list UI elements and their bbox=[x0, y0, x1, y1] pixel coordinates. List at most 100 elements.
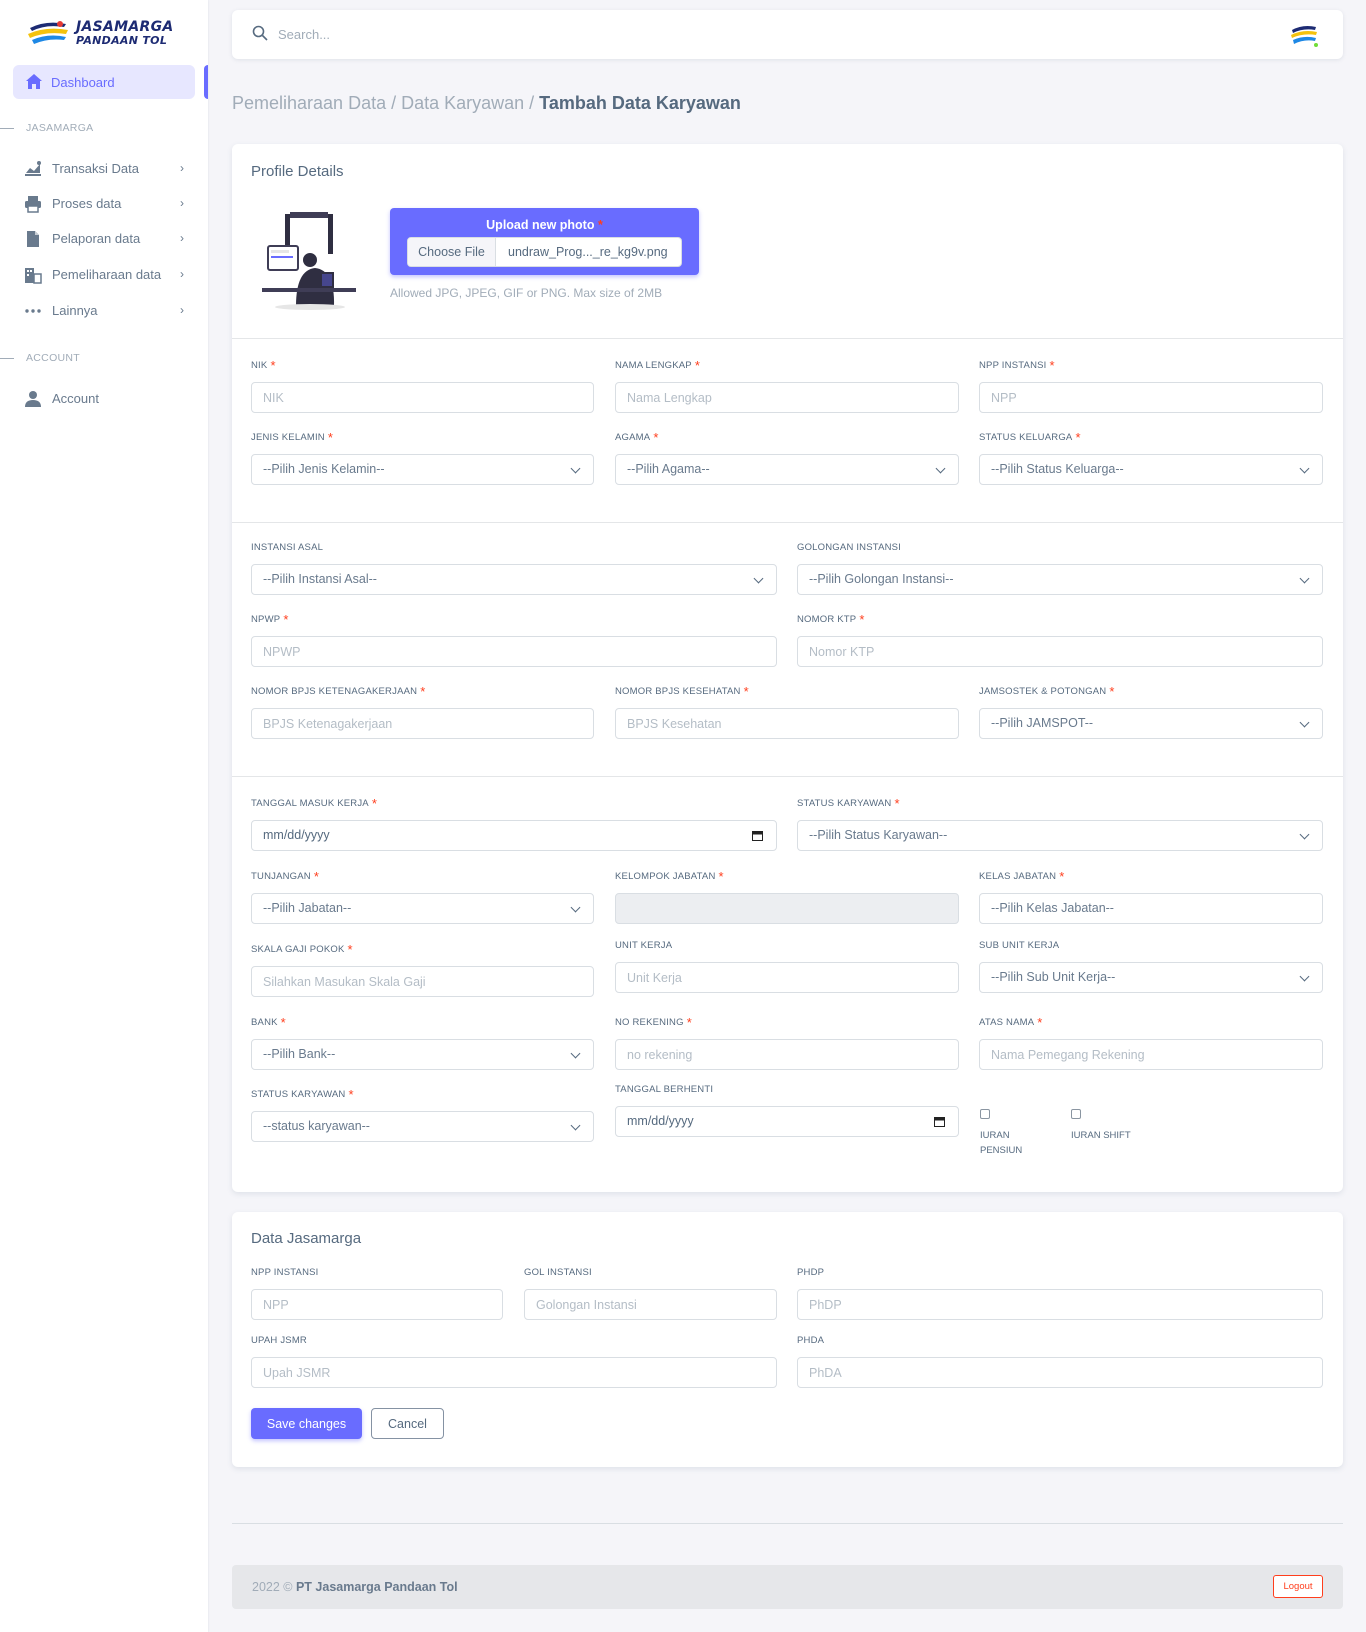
sidebar-item-label: Dashboard bbox=[51, 75, 115, 90]
logout-button[interactable]: Logout bbox=[1273, 1575, 1323, 1598]
jamsostek-select[interactable]: --Pilih JAMSPOT-- bbox=[979, 708, 1323, 739]
npwp-label: NPWP bbox=[251, 614, 281, 625]
status-karyawan-select-bottom[interactable]: --status karyawan-- bbox=[251, 1111, 594, 1142]
file-input[interactable]: Choose File undraw_Prog..._re_kg9v.png bbox=[407, 237, 682, 267]
unit-kerja-input-wrap bbox=[615, 962, 959, 993]
nama-lengkap-input[interactable] bbox=[627, 383, 947, 412]
breadcrumb-item[interactable]: Pemeliharaan Data / bbox=[232, 93, 401, 113]
sidebar-item-pelaporan-data[interactable]: Pelaporan data › bbox=[24, 229, 192, 249]
required-marker: * bbox=[653, 430, 659, 445]
agama-select[interactable]: --Pilih Agama-- bbox=[615, 454, 959, 485]
tanggal-masuk-input[interactable]: mm/dd/yyyy bbox=[251, 820, 777, 851]
field-label: NPWP * bbox=[251, 612, 777, 628]
field-label: NIK * bbox=[251, 358, 594, 374]
field-label: KELOMPOK JABATAN * bbox=[615, 869, 959, 885]
nik-input[interactable] bbox=[263, 383, 582, 412]
menu-header-account: ACCOUNT bbox=[0, 352, 80, 364]
calendar-icon[interactable] bbox=[934, 1116, 945, 1127]
sidebar-item-dashboard[interactable]: Dashboard bbox=[13, 65, 195, 99]
golongan-instansi-field: GOLONGAN INSTANSI --Pilih Golongan Insta… bbox=[797, 540, 1323, 595]
bpjs-kesehatan-field: NOMOR BPJS KESEHATAN * bbox=[615, 684, 959, 739]
jasamarga-logo-icon bbox=[28, 21, 68, 44]
file-name: undraw_Prog..._re_kg9v.png bbox=[508, 245, 668, 259]
npp-instansi-input[interactable] bbox=[991, 383, 1311, 412]
npwp-field: NPWP * bbox=[251, 612, 777, 667]
divider bbox=[232, 776, 1343, 777]
jm-phda-input[interactable] bbox=[809, 1358, 1311, 1387]
field-label: JAMSOSTEK & POTONGAN * bbox=[979, 684, 1323, 700]
required-marker: * bbox=[1037, 1015, 1043, 1030]
field-label: NOMOR BPJS KETENAGAKERJAAN * bbox=[251, 684, 594, 700]
npwp-input[interactable] bbox=[263, 637, 765, 666]
calendar-icon[interactable] bbox=[752, 830, 763, 841]
sidebar-item-proses-data[interactable]: Proses data › bbox=[24, 194, 192, 214]
skala-gaji-input[interactable] bbox=[263, 967, 582, 996]
atas-nama-input[interactable] bbox=[991, 1040, 1311, 1069]
no-rekening-input[interactable] bbox=[627, 1040, 947, 1069]
tgl-masuk-label: TANGGAL MASUK KERJA bbox=[251, 798, 369, 809]
jenis-kelamin-select[interactable]: --Pilih Jenis Kelamin-- bbox=[251, 454, 594, 485]
jm-npp-input[interactable] bbox=[263, 1290, 491, 1319]
sub-unit-kerja-select[interactable]: --Pilih Sub Unit Kerja-- bbox=[979, 962, 1323, 993]
upload-photo-box[interactable]: Upload new photo * Choose File undraw_Pr… bbox=[390, 208, 699, 275]
bpjs-kesehatan-input[interactable] bbox=[627, 709, 947, 738]
upload-label-text: Upload new photo bbox=[486, 218, 595, 232]
jamsostek-label: JAMSOSTEK & POTONGAN bbox=[979, 686, 1107, 697]
iuran-pensiun-checkbox[interactable] bbox=[980, 1109, 990, 1119]
kelas-jabatan-select[interactable]: --Pilih Kelas Jabatan-- bbox=[979, 893, 1323, 924]
brand-logo[interactable]: JASAMARGA PANDAAN TOL bbox=[26, 18, 173, 52]
field-label: PHDA bbox=[797, 1333, 1323, 1349]
status-karyawan-select-top[interactable]: --Pilih Status Karyawan-- bbox=[797, 820, 1323, 851]
required-marker: * bbox=[894, 796, 900, 811]
active-indicator bbox=[204, 65, 208, 99]
no-rekening-input-wrap bbox=[615, 1039, 959, 1070]
atas-nama-label: ATAS NAMA bbox=[979, 1017, 1035, 1028]
nomor-ktp-input[interactable] bbox=[809, 637, 1311, 666]
bpjs-ketenagakerjaan-input[interactable] bbox=[263, 709, 582, 738]
jm-phda-input-wrap bbox=[797, 1357, 1323, 1388]
required-marker: * bbox=[1109, 684, 1115, 699]
bank-select[interactable]: --Pilih Bank-- bbox=[251, 1039, 594, 1070]
field-label: PHDP bbox=[797, 1265, 1323, 1281]
instansi-asal-select[interactable]: --Pilih Instansi Asal-- bbox=[251, 564, 777, 595]
save-changes-button[interactable]: Save changes bbox=[251, 1408, 362, 1439]
status-keluarga-select[interactable]: --Pilih Status Keluarga-- bbox=[979, 454, 1323, 485]
sidebar-item-lainnya[interactable]: Lainnya › bbox=[24, 301, 192, 321]
sidebar-item-transaksi-data[interactable]: Transaksi Data › bbox=[24, 159, 192, 179]
chevron-right-icon: › bbox=[180, 303, 184, 317]
chevron-right-icon: › bbox=[180, 267, 184, 281]
tanggal-berhenti-input[interactable]: mm/dd/yyyy bbox=[615, 1106, 959, 1137]
sidebar-item-pemeliharaan-data[interactable]: Pemeliharaan data › bbox=[24, 265, 192, 285]
chevron-right-icon: › bbox=[180, 231, 184, 245]
cancel-button[interactable]: Cancel bbox=[371, 1408, 444, 1439]
choose-file-button[interactable]: Choose File bbox=[408, 238, 496, 266]
bpjs-ketenagakerjaan-field: NOMOR BPJS KETENAGAKERJAAN * bbox=[251, 684, 594, 739]
field-label: STATUS KARYAWAN * bbox=[797, 796, 1323, 812]
field-label: NOMOR KTP * bbox=[797, 612, 1323, 628]
field-label: NPP INSTANSI * bbox=[979, 358, 1323, 374]
nik-label: NIK bbox=[251, 360, 268, 371]
required-marker: * bbox=[313, 869, 320, 884]
nama-input-wrap bbox=[615, 382, 959, 413]
iuran-pensiun-label-2: PENSIUN bbox=[980, 1145, 1023, 1156]
iuran-shift-checkbox[interactable] bbox=[1071, 1109, 1081, 1119]
sidebar-item-account[interactable]: Account bbox=[24, 389, 192, 409]
jm-gol-input[interactable] bbox=[536, 1290, 765, 1319]
field-label: NO REKENING * bbox=[615, 1015, 959, 1031]
golongan-instansi-select[interactable]: --Pilih Golongan Instansi-- bbox=[797, 564, 1323, 595]
breadcrumb-item[interactable]: Data Karyawan / bbox=[401, 93, 539, 113]
user-avatar[interactable] bbox=[1289, 20, 1320, 50]
golongan-instansi-label: GOLONGAN INSTANSI bbox=[797, 542, 902, 553]
field-label: GOL INSTANSI bbox=[524, 1265, 777, 1281]
search-input[interactable] bbox=[278, 23, 678, 45]
tunjangan-select[interactable]: --Pilih Jabatan-- bbox=[251, 893, 594, 924]
jm-npp-label: NPP INSTANSI bbox=[251, 1267, 319, 1278]
jm-upah-input[interactable] bbox=[263, 1358, 765, 1387]
unit-kerja-input[interactable] bbox=[627, 963, 947, 992]
jm-phdp-field: PHDP bbox=[797, 1265, 1323, 1320]
divider bbox=[232, 338, 1343, 339]
jm-gol-input-wrap bbox=[524, 1289, 777, 1320]
instansi-asal-label: INSTANSI ASAL bbox=[251, 542, 324, 553]
jm-phdp-input[interactable] bbox=[809, 1290, 1311, 1319]
required-marker: * bbox=[327, 430, 334, 445]
